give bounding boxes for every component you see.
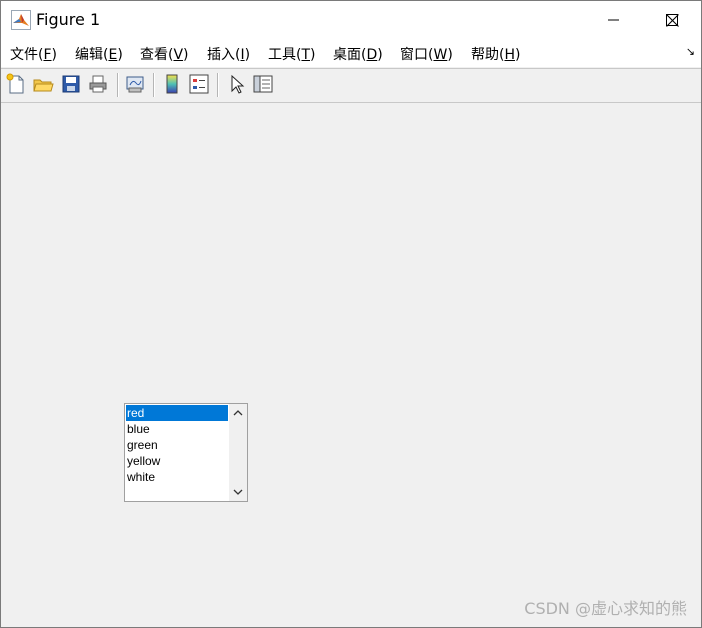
close-button[interactable] — [643, 1, 701, 39]
list-item[interactable]: blue — [126, 421, 228, 437]
list-item[interactable]: yellow — [126, 453, 228, 469]
colorbar-icon[interactable] — [161, 73, 183, 95]
link-plot-icon[interactable] — [124, 73, 146, 95]
color-listbox[interactable]: red blue green yellow white — [124, 403, 248, 502]
property-editor-icon[interactable] — [252, 73, 274, 95]
toolbar-separator — [117, 73, 119, 97]
menu-file[interactable]: 文件(F) — [10, 44, 57, 64]
pointer-icon[interactable] — [226, 73, 248, 95]
menu-edit[interactable]: 编辑(E) — [75, 44, 123, 64]
menu-window[interactable]: 窗口(W) — [400, 44, 453, 64]
matlab-logo-icon — [11, 10, 31, 30]
legend-icon[interactable] — [188, 73, 210, 95]
watermark: CSDN @虚心求知的熊 — [524, 599, 687, 618]
close-icon — [665, 13, 679, 27]
scroll-down-button[interactable] — [229, 484, 247, 500]
title-bar[interactable]: Figure 1 — [1, 1, 701, 39]
menu-tools[interactable]: 工具(T) — [268, 44, 316, 64]
chevron-down-icon — [233, 489, 243, 495]
chevron-up-icon — [233, 410, 243, 416]
save-icon[interactable] — [60, 73, 82, 95]
open-file-icon[interactable] — [32, 73, 54, 95]
menu-help[interactable]: 帮助(H) — [471, 44, 520, 64]
toolbar-separator — [217, 73, 219, 97]
list-item[interactable]: green — [126, 437, 228, 453]
menu-bar: 文件(F) 编辑(E) 查看(V) 插入(I) 工具(T) 桌面(D) 窗口(W… — [1, 39, 701, 67]
menu-view[interactable]: 查看(V) — [140, 44, 189, 64]
figure-window: Figure 1 文件(F) 编辑(E) 查看(V) 插入(I) 工具(T) 桌… — [0, 0, 702, 628]
minimize-icon — [608, 19, 619, 21]
scroll-up-button[interactable] — [229, 405, 247, 421]
figure-toolbar — [1, 68, 701, 103]
list-item[interactable]: white — [126, 469, 228, 485]
window-title: Figure 1 — [36, 10, 101, 29]
minimize-button[interactable] — [585, 1, 643, 39]
menu-desktop[interactable]: 桌面(D) — [333, 44, 383, 64]
listbox-items: red blue green yellow white — [126, 405, 228, 485]
new-figure-icon[interactable] — [5, 73, 27, 95]
menu-insert[interactable]: 插入(I) — [207, 44, 250, 64]
print-icon[interactable] — [87, 73, 109, 95]
listbox-scrollbar[interactable] — [229, 404, 247, 501]
list-item[interactable]: red — [126, 405, 228, 421]
toolbar-separator — [153, 73, 155, 97]
toolbar-toggle-arrow-icon[interactable]: ↘ — [686, 45, 695, 58]
